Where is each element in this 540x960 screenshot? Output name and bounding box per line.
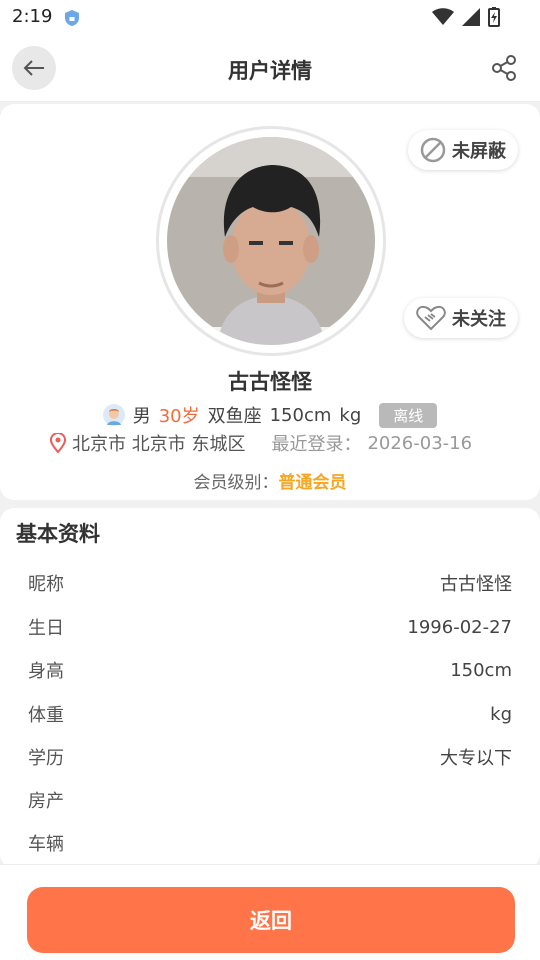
status-icons: [432, 7, 500, 27]
basic-row-education: 学历 大专以下: [28, 742, 512, 772]
member-label: 会员级别：: [193, 473, 279, 493]
status-bar: 2:19: [0, 0, 540, 36]
user-info-line: 男 30岁 双鱼座 150cm kg 离线: [0, 402, 540, 428]
share-button[interactable]: [490, 54, 518, 82]
header: 用户详情: [0, 36, 540, 102]
handshake-heart-icon: [416, 305, 446, 331]
avatar-frame[interactable]: [156, 126, 386, 356]
last-login-date: 2026-03-16: [367, 432, 473, 454]
member-line: 会员级别：普通会员: [0, 468, 540, 493]
row-label: 房产: [28, 791, 64, 812]
height-text: 150cm: [269, 404, 332, 426]
status-time: 2:19: [12, 6, 53, 27]
follow-label: 未关注: [452, 309, 506, 330]
block-toggle-button[interactable]: 未屏蔽: [408, 130, 518, 170]
location-text: 北京市 北京市 东城区: [72, 434, 246, 455]
page-title: 用户详情: [228, 59, 312, 83]
row-label: 学历: [28, 748, 64, 769]
share-icon: [492, 55, 516, 81]
row-value: kg: [490, 703, 512, 725]
age-text: 30岁: [158, 406, 200, 427]
row-label: 昵称: [28, 574, 64, 595]
basic-row-birthday: 生日 1996-02-27: [28, 612, 512, 642]
avatar: [167, 137, 375, 345]
row-label: 生日: [28, 618, 64, 639]
row-label: 车辆: [28, 834, 64, 855]
block-icon: [420, 137, 446, 163]
last-login-label: 最近登录：: [271, 434, 362, 455]
basic-info-card: 基本资料 昵称 古古怪怪 生日 1996-02-27 身高 150cm 体重 k…: [0, 508, 540, 868]
row-value: 大专以下: [440, 748, 512, 769]
basic-row-height: 身高 150cm: [28, 655, 512, 685]
basic-info-title: 基本资料: [16, 522, 100, 546]
zodiac-text: 双鱼座: [207, 406, 262, 427]
basic-row-vehicle: 车辆: [28, 828, 512, 858]
row-label: 身高: [28, 661, 64, 682]
basic-row-property: 房产: [28, 785, 512, 815]
wifi-icon: [432, 8, 454, 25]
profile-card: 未屏蔽 未关注 古古怪怪 男 30岁 双鱼座 150cm kg 离线 北京市 北…: [0, 104, 540, 500]
vpn-shield-icon: [64, 9, 80, 31]
online-status-badge: 离线: [379, 402, 438, 428]
male-avatar-icon: [102, 404, 125, 426]
basic-row-weight: 体重 kg: [28, 699, 512, 729]
location-pin-icon: [50, 433, 66, 453]
battery-icon: [488, 7, 500, 27]
member-level: 普通会员: [278, 473, 347, 493]
follow-toggle-button[interactable]: 未关注: [404, 298, 518, 338]
gender-text: 男: [132, 406, 151, 427]
basic-row-nickname: 昵称 古古怪怪: [28, 568, 512, 598]
location-line: 北京市 北京市 东城区 最近登录： 2026-03-16: [50, 430, 472, 456]
return-button[interactable]: 返回: [27, 887, 515, 953]
block-label: 未屏蔽: [452, 141, 506, 162]
bottom-bar: 返回: [0, 864, 540, 960]
row-value: 古古怪怪: [440, 574, 512, 595]
row-label: 体重: [28, 705, 64, 726]
weight-text: kg: [339, 404, 362, 426]
signal-icon: [462, 8, 480, 26]
row-value: 1996-02-27: [407, 616, 512, 638]
user-name: 古古怪怪: [228, 370, 312, 394]
row-value: 150cm: [450, 659, 512, 681]
